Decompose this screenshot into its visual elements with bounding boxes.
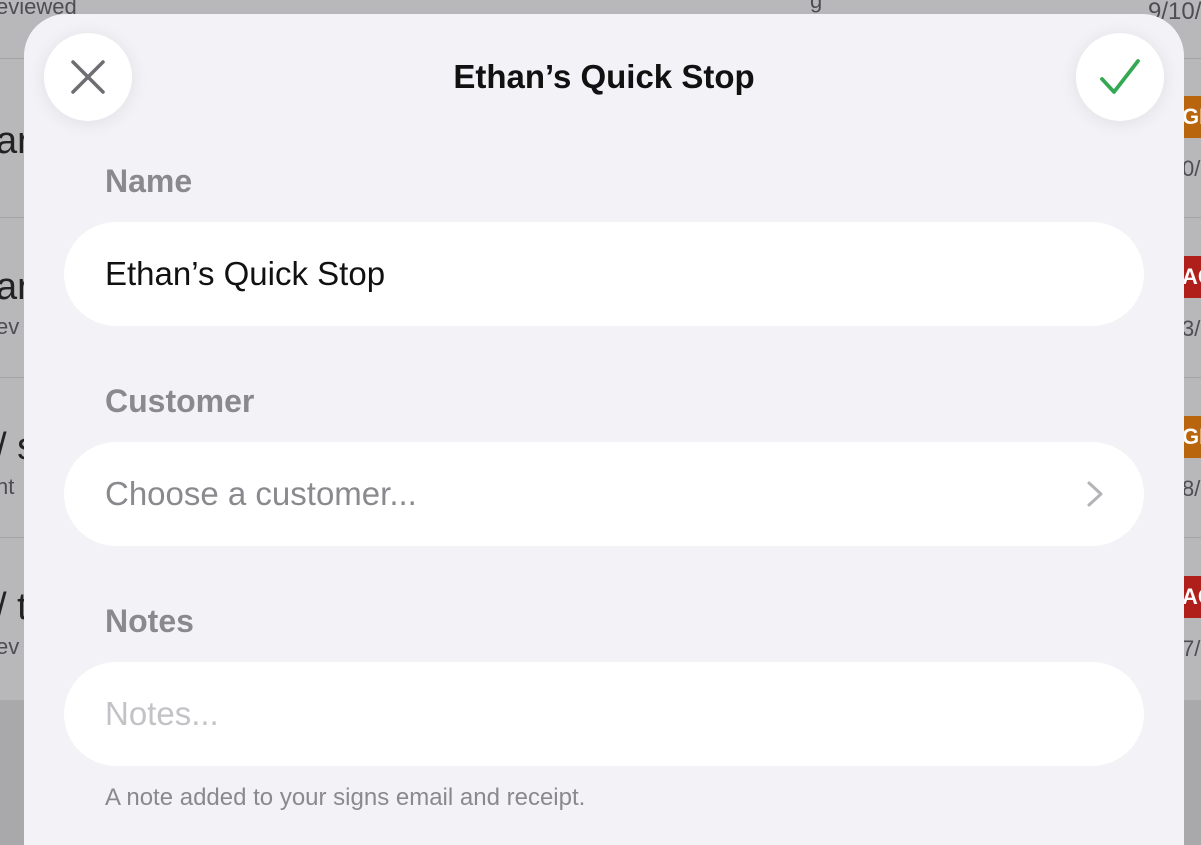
customer-placeholder: Choose a customer...	[105, 475, 417, 512]
screen: eviewed g 9/10/ ar GN 0/ ar ev AC 3/ / s…	[0, 0, 1201, 845]
notes-label: Notes	[105, 603, 194, 639]
customer-label: Customer	[105, 383, 255, 419]
background-row-date: 0/	[1182, 156, 1201, 181]
name-field[interactable]: Ethan’s Quick Stop	[64, 222, 1144, 326]
notes-input[interactable]: Notes...	[64, 662, 1144, 766]
name-value: Ethan’s Quick Stop	[105, 255, 386, 292]
notes-hint: A note added to your signs email and rec…	[105, 784, 586, 811]
background-row-date: 8/	[1182, 476, 1201, 501]
background-top-fragment: g	[810, 0, 823, 13]
background-row-sub: ev	[0, 634, 20, 659]
confirm-button[interactable]	[1076, 33, 1164, 121]
edit-sheet: Ethan’s Quick Stop Name Ethan’s Quick St…	[24, 14, 1184, 845]
customer-picker[interactable]: Choose a customer...	[64, 442, 1144, 546]
background-row-date: 7/	[1182, 636, 1201, 661]
checkmark-icon	[1100, 59, 1140, 94]
background-row-date: 3/	[1182, 316, 1201, 341]
sheet-title: Ethan’s Quick Stop	[453, 58, 755, 95]
name-label: Name	[105, 163, 193, 199]
notes-placeholder: Notes...	[105, 695, 219, 732]
background-row-sub: nt	[0, 474, 15, 499]
chevron-right-icon	[1087, 481, 1103, 507]
background-row-sub: ev	[0, 314, 20, 339]
